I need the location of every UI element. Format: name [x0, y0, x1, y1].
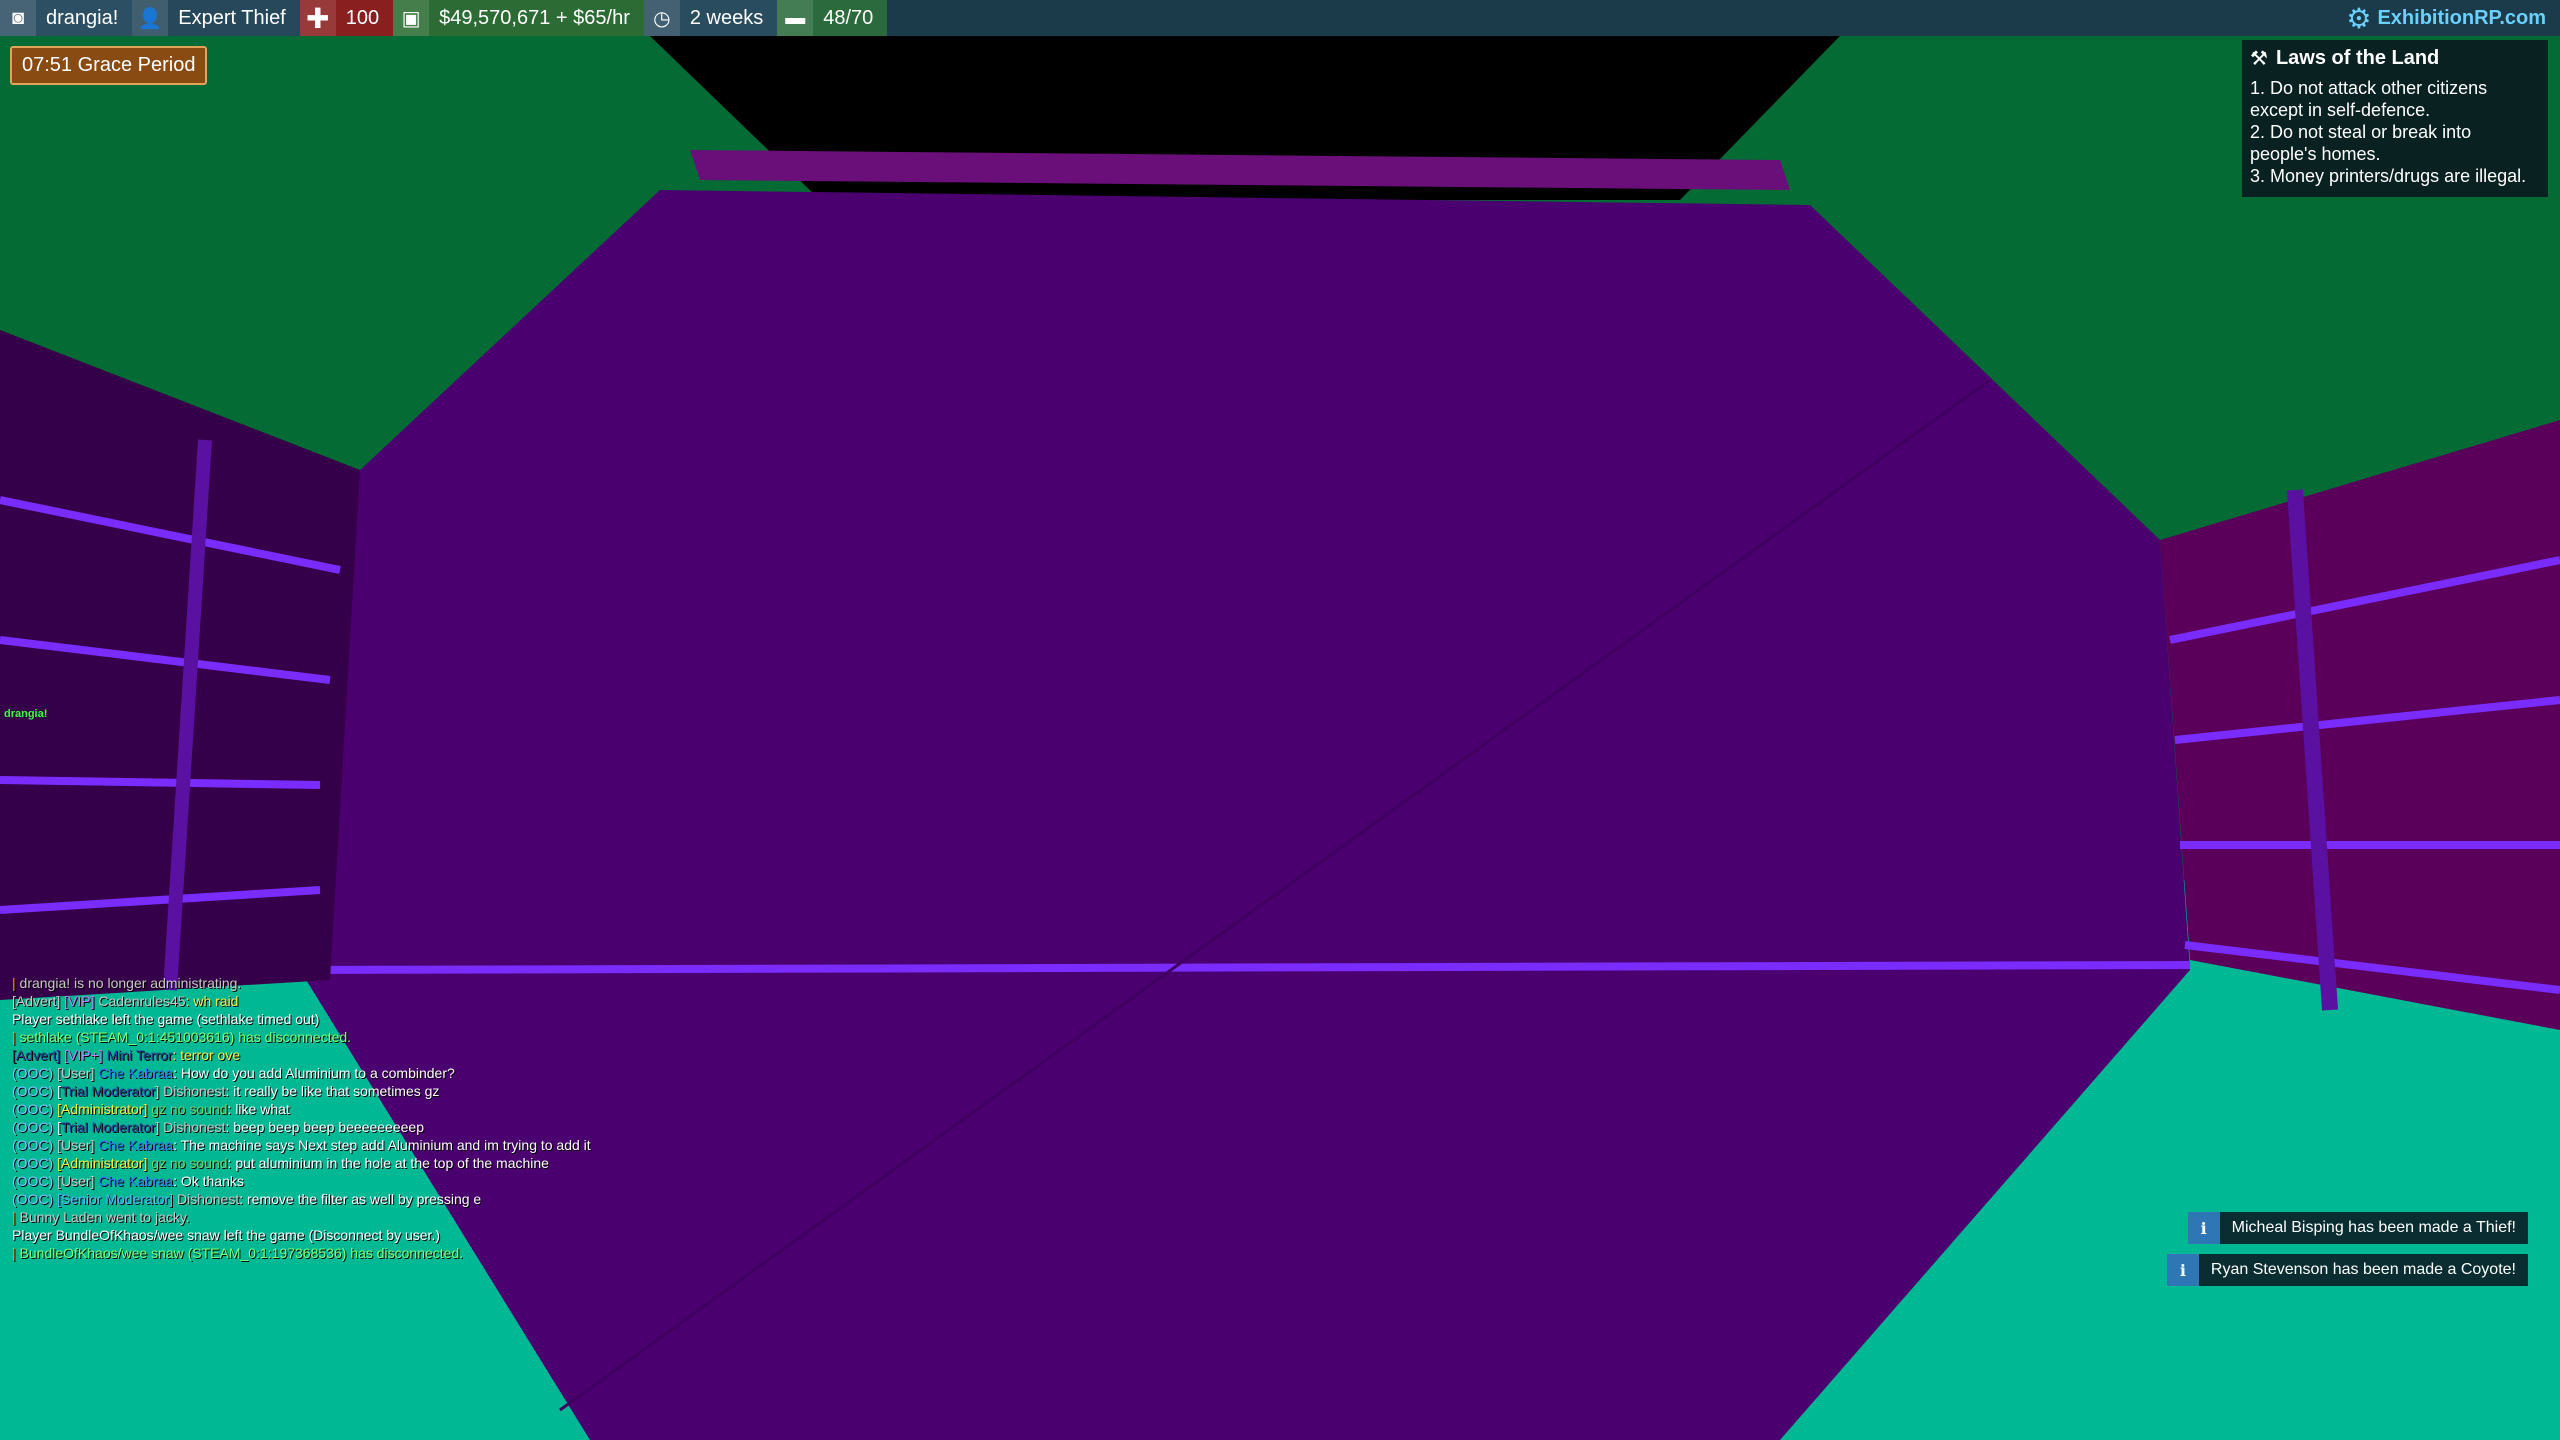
chat-line: (OOC) [Trial Moderator] Dishonest: beep … [12, 1119, 424, 1135]
chat-line: [Advert] [VIP] Cadenrules45: wh raid [12, 993, 239, 1009]
chat-line: | drangia! is no longer administrating. [12, 975, 242, 991]
chat-line: (OOC) [User] Che Kabraa: The machine say… [12, 1137, 591, 1153]
laws-header: ⚒ Laws of the Land [2250, 46, 2540, 71]
brand-logo: ⚙ ExhibitionRP.com [2346, 0, 2546, 36]
law-line: 1. Do not attack other citizens [2250, 78, 2488, 98]
chat-line: (OOC) [Senior Moderator] Dishonest: remo… [12, 1191, 482, 1207]
hunger-segment: ▬ 48/70 [777, 0, 888, 36]
player-name: drangia! [46, 6, 119, 29]
hunger-value: 48/70 [823, 6, 874, 29]
brand-text: ExhibitionRP.com [2377, 6, 2546, 29]
chat-line: (OOC) [Trial Moderator] Dishonest: it re… [12, 1083, 440, 1099]
chat-line: (OOC) [User] Che Kabraa: How do you add … [12, 1065, 455, 1081]
notification: i Micheal Bisping has been made a Thief! [2187, 1212, 2528, 1244]
chat-line: (OOC) [Administrator] gz no sound: put a… [12, 1155, 549, 1171]
chat-line: | BundleOfKhaos/wee snaw (STEAM_0:1:1973… [12, 1245, 464, 1261]
laws-panel: ⚒ Laws of the Land 1. Do not attack othe… [2242, 40, 2548, 197]
player-name-segment: ◙ drangia! [0, 0, 133, 36]
gavel-icon: ⚒ [2250, 48, 2268, 70]
chat-line: Player sethlake left the game (sethlake … [12, 1011, 320, 1027]
health-value: 100 [345, 6, 380, 29]
food-icon: ▬ [777, 0, 814, 36]
top-hud-bar: ◙ drangia! 👤 Expert Thief ✚ 100 ▣ $49,57… [0, 0, 2560, 36]
notification: i Ryan Stevenson has been made a Coyote! [2166, 1254, 2528, 1286]
law-line: 2. Do not steal or break into [2250, 122, 2472, 142]
laws-title: Laws of the Land [2275, 47, 2440, 69]
playtime-value: 2 weeks [689, 6, 764, 29]
clock-icon: ◷ [643, 0, 680, 36]
info-icon: i [2166, 1254, 2199, 1286]
notification-text: Ryan Stevenson has been made a Coyote! [2210, 1261, 2516, 1278]
health-segment: ✚ 100 [299, 0, 394, 36]
law-line: 3. Money printers/drugs are illegal. [2250, 166, 2527, 186]
user-icon: 👤 [132, 0, 169, 36]
player-nametag: drangia! [4, 708, 48, 720]
chat-line: (OOC) [Administrator] gz no sound: like … [12, 1101, 290, 1117]
law-line: people's homes. [2250, 144, 2381, 164]
chat-line: (OOC) [User] Che Kabraa: Ok thanks [12, 1173, 244, 1189]
floor-edge [299, 961, 2191, 974]
chat-line: [Advert] [VIP+] Mini Terror: terror ove [12, 1047, 241, 1063]
chat-line: | Bunny Laden went to jacky. [12, 1209, 190, 1225]
notification-stack: i Micheal Bisping has been made a Thief!… [2166, 1212, 2528, 1296]
notification-text: Micheal Bisping has been made a Thief! [2231, 1219, 2516, 1236]
job-title: Expert Thief [178, 6, 286, 29]
chat-line: | sethlake (STEAM_0:1:451003616) has dis… [12, 1029, 352, 1045]
chat-line: Player BundleOfKhaos/wee snaw left the g… [12, 1227, 440, 1243]
playtime-segment: ◷ 2 weeks [643, 0, 778, 36]
info-icon: i [2187, 1212, 2220, 1244]
job-segment: 👤 Expert Thief [132, 0, 300, 36]
grace-period-timer: 07:51 Grace Period [10, 46, 208, 85]
health-cross-icon: ✚ [299, 0, 336, 36]
money-value: $49,570,671 + $65/hr [439, 6, 630, 29]
money-segment: ▣ $49,570,671 + $65/hr [393, 0, 644, 36]
law-line: except in self-defence. [2250, 100, 2431, 120]
chat-box: | drangia! is no longer administrating. … [12, 974, 712, 1262]
wallet-icon: ▣ [393, 0, 430, 36]
gear-logo-icon: ⚙ [2346, 2, 2372, 34]
avatar: ◙ [0, 0, 36, 36]
